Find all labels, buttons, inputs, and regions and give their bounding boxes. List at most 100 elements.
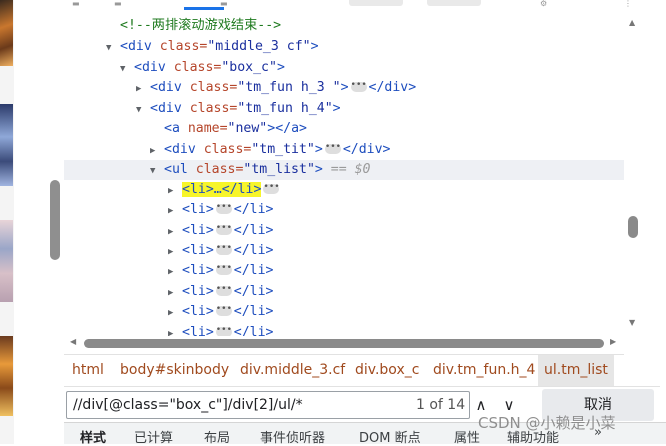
collapsed-content-ellipsis[interactable]: ••• — [324, 143, 341, 154]
dom-node-li[interactable]: ▶ <li> ••• </li> — [168, 221, 624, 241]
breadcrumb-body[interactable]: body#skinbody — [114, 355, 235, 386]
dom-node[interactable]: ▶ <div class="tm_tit"> ••• </div> — [150, 140, 624, 160]
tag-open: <li> — [182, 263, 214, 278]
dom-node-li[interactable]: ▶ <li> ••• </li> — [168, 302, 624, 322]
attr-value: "tm_tit" — [251, 142, 315, 157]
attr-value: "middle_3 cf" — [207, 39, 311, 54]
toolbar-icon[interactable]: ▬ — [220, 0, 228, 8]
horizontal-scrollbar-thumb[interactable] — [84, 339, 604, 348]
dom-node-selected[interactable]: ▼ <ul class="tm_list"> == $0 — [64, 160, 624, 180]
tab-layout[interactable]: 布局 — [204, 427, 230, 446]
tab-dom-breakpoints[interactable]: DOM 断点 — [359, 427, 421, 446]
vertical-scrollbar-thumb[interactable] — [628, 216, 638, 238]
dom-node-li[interactable]: ▶ <li> ••• </li> — [168, 282, 624, 302]
collapsed-content-ellipsis[interactable]: ••• — [350, 81, 367, 92]
dom-node[interactable]: <a name="new"></a> — [164, 119, 624, 139]
collapsed-triangle-icon[interactable]: ▶ — [168, 181, 178, 201]
breadcrumb-tm-fun[interactable]: div.tm_fun.h_4 — [427, 355, 541, 386]
breadcrumb: html body#skinbody div.middle_3.cf div.b… — [64, 354, 624, 386]
toolbar-button[interactable] — [427, 0, 481, 6]
collapsed-content-ellipsis[interactable]: ••• — [215, 305, 232, 316]
toolbar-icon[interactable]: ▬ — [114, 0, 122, 8]
collapsed-content-ellipsis[interactable]: ••• — [215, 224, 232, 235]
attr-name: name= — [187, 121, 228, 136]
attr-name: class= — [173, 60, 222, 75]
breadcrumb-tm-list[interactable]: ul.tm_list — [538, 355, 614, 386]
attr-name: class= — [195, 162, 244, 177]
toolbar-button[interactable] — [349, 0, 403, 6]
collapsed-triangle-icon[interactable]: ▶ — [136, 79, 146, 99]
tab-styles[interactable]: 样式 — [80, 427, 106, 446]
tag-name: <div — [120, 39, 152, 54]
attr-value: "tm_fun h_4" — [237, 101, 333, 116]
collapsed-triangle-icon[interactable]: ▶ — [168, 303, 178, 323]
tag-end: </div> — [368, 80, 417, 95]
tag-name: <div — [150, 101, 182, 116]
dom-node-li[interactable]: ▶ <li> ••• </li> — [168, 323, 624, 336]
page-thumbnail — [0, 104, 13, 186]
tag-name: <div — [134, 60, 166, 75]
expanded-triangle-icon[interactable]: ▼ — [150, 161, 160, 181]
collapsed-content-ellipsis[interactable]: ••• — [263, 183, 280, 194]
tag-end: </li> — [233, 223, 274, 238]
comment-text: <!--两排滚动游戏结束--> — [120, 18, 282, 33]
toolbar-icon[interactable]: ▬ — [72, 0, 80, 8]
dom-node-li[interactable]: ▶ <li> ••• </li> — [168, 200, 624, 220]
collapsed-content-ellipsis[interactable]: ••• — [215, 326, 232, 336]
collapsed-content-ellipsis[interactable]: ••• — [215, 264, 232, 275]
tab-computed[interactable]: 已计算 — [134, 427, 173, 446]
tag-end: </li> — [233, 325, 274, 336]
devtools-top-toolbar: ▬ ▬ ▬ ⚙ ⋮ — [14, 0, 666, 10]
expanded-triangle-icon[interactable]: ▼ — [120, 59, 130, 79]
tag-end: </li> — [233, 304, 274, 319]
expanded-triangle-icon[interactable]: ▼ — [136, 100, 146, 120]
collapsed-content-ellipsis[interactable]: ••• — [215, 244, 232, 255]
scroll-right-icon[interactable]: ▶ — [610, 337, 616, 346]
dom-node-highlighted[interactable]: ▶ <li>…</li> ••• — [168, 180, 624, 200]
panel-resize-handle[interactable] — [50, 180, 60, 260]
breadcrumb-box-c[interactable]: div.box_c — [349, 355, 425, 386]
expanded-triangle-icon[interactable]: ▼ — [106, 38, 116, 58]
tag-close: > — [314, 142, 323, 157]
scroll-left-icon[interactable]: ◀ — [70, 337, 76, 346]
watermark: CSDN @小赖是小菜 — [478, 414, 616, 432]
collapsed-triangle-icon[interactable]: ▶ — [168, 242, 178, 262]
gear-icon[interactable]: ⚙ — [540, 0, 547, 8]
collapsed-content-ellipsis[interactable]: ••• — [215, 203, 232, 214]
collapsed-triangle-icon[interactable]: ▶ — [168, 283, 178, 303]
tag-open: <li> — [182, 284, 214, 299]
attr-value: "new" — [227, 121, 268, 136]
tag-name: <ul — [164, 162, 188, 177]
scroll-up-icon[interactable]: ▲ — [629, 18, 635, 27]
collapsed-triangle-icon[interactable]: ▶ — [168, 262, 178, 282]
collapsed-triangle-icon[interactable]: ▶ — [168, 201, 178, 221]
tag-open: <li> — [182, 243, 214, 258]
dom-node[interactable]: ▼ <div class="tm_fun h_4"> — [136, 99, 624, 119]
tag-name: <div — [164, 142, 196, 157]
attr-name: class= — [189, 101, 238, 116]
scroll-down-icon[interactable]: ▼ — [629, 318, 635, 327]
dom-node-li[interactable]: ▶ <li> ••• </li> — [168, 261, 624, 281]
tag-open: <li> — [182, 304, 214, 319]
tab-event-listeners[interactable]: 事件侦听器 — [260, 427, 325, 446]
collapsed-triangle-icon[interactable]: ▶ — [168, 222, 178, 242]
breadcrumb-html[interactable]: html — [66, 355, 110, 386]
dom-node-li[interactable]: ▶ <li> ••• </li> — [168, 241, 624, 261]
breadcrumb-middle[interactable]: div.middle_3.cf — [234, 355, 351, 386]
tab-properties[interactable]: 属性 — [454, 427, 480, 446]
dom-node[interactable]: ▼ <div class="box_c"> — [120, 58, 624, 78]
selected-node-marker: == $0 — [330, 162, 371, 177]
tag-end: </li> — [233, 263, 274, 278]
collapsed-triangle-icon[interactable]: ▶ — [168, 324, 178, 336]
collapsed-content-ellipsis[interactable]: ••• — [215, 285, 232, 296]
attr-value: "tm_fun h_3 " — [237, 80, 341, 95]
collapsed-triangle-icon[interactable]: ▶ — [150, 141, 160, 161]
page-thumbnail-strip — [0, 0, 14, 444]
tag-name: <div — [150, 80, 182, 95]
vertical-scrollbar[interactable] — [623, 10, 643, 336]
dom-node[interactable]: ▶ <div class="tm_fun h_3 "> ••• </div> — [136, 78, 624, 98]
dom-node[interactable]: ▼ <div class="middle_3 cf"> — [106, 37, 624, 57]
dom-node-comment[interactable]: <!--两排滚动游戏结束--> — [120, 16, 624, 36]
more-vert-icon[interactable]: ⋮ — [624, 0, 632, 8]
search-input[interactable]: //div[@class="box_c"]/div[2]/ul/* — [66, 391, 470, 419]
